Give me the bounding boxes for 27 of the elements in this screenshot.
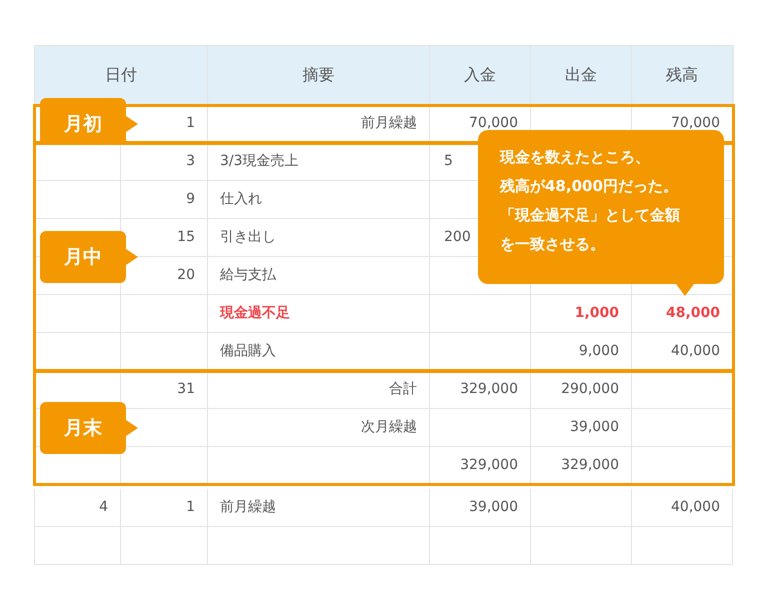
table-cell: 現金過不足	[208, 295, 430, 333]
column-header: 残高	[632, 46, 733, 105]
table-cell: 合計	[208, 371, 430, 409]
table-cell: 9	[121, 181, 208, 219]
table-cell: 290,000	[531, 371, 632, 409]
table-cell: 329,000	[430, 371, 531, 409]
table-cell: 1	[121, 489, 208, 527]
table-cell: 給与支払	[208, 257, 430, 295]
pointer-icon	[126, 420, 138, 436]
table-cell: 40,000	[632, 489, 733, 527]
table-cell: 3	[121, 143, 208, 181]
pointer-icon	[126, 249, 138, 265]
tag-label: 月中	[40, 231, 126, 283]
column-header: 出金	[531, 46, 632, 105]
tag-label: 月末	[40, 402, 126, 454]
table-cell: 1,000	[531, 295, 632, 333]
column-header: 入金	[430, 46, 531, 105]
column-header: 摘要	[208, 46, 430, 105]
table-cell: 次月繰越	[208, 409, 430, 447]
table-cell: 39,000	[531, 409, 632, 447]
table-cell: 引き出し	[208, 219, 430, 257]
table-cell: 仕入れ	[208, 181, 430, 219]
table-cell: 前月繰越	[208, 489, 430, 527]
pointer-icon	[126, 116, 138, 132]
table-cell: 4	[34, 489, 121, 527]
table-cell: 39,000	[430, 489, 531, 527]
table-cell: 3/3現金売上	[208, 143, 430, 181]
